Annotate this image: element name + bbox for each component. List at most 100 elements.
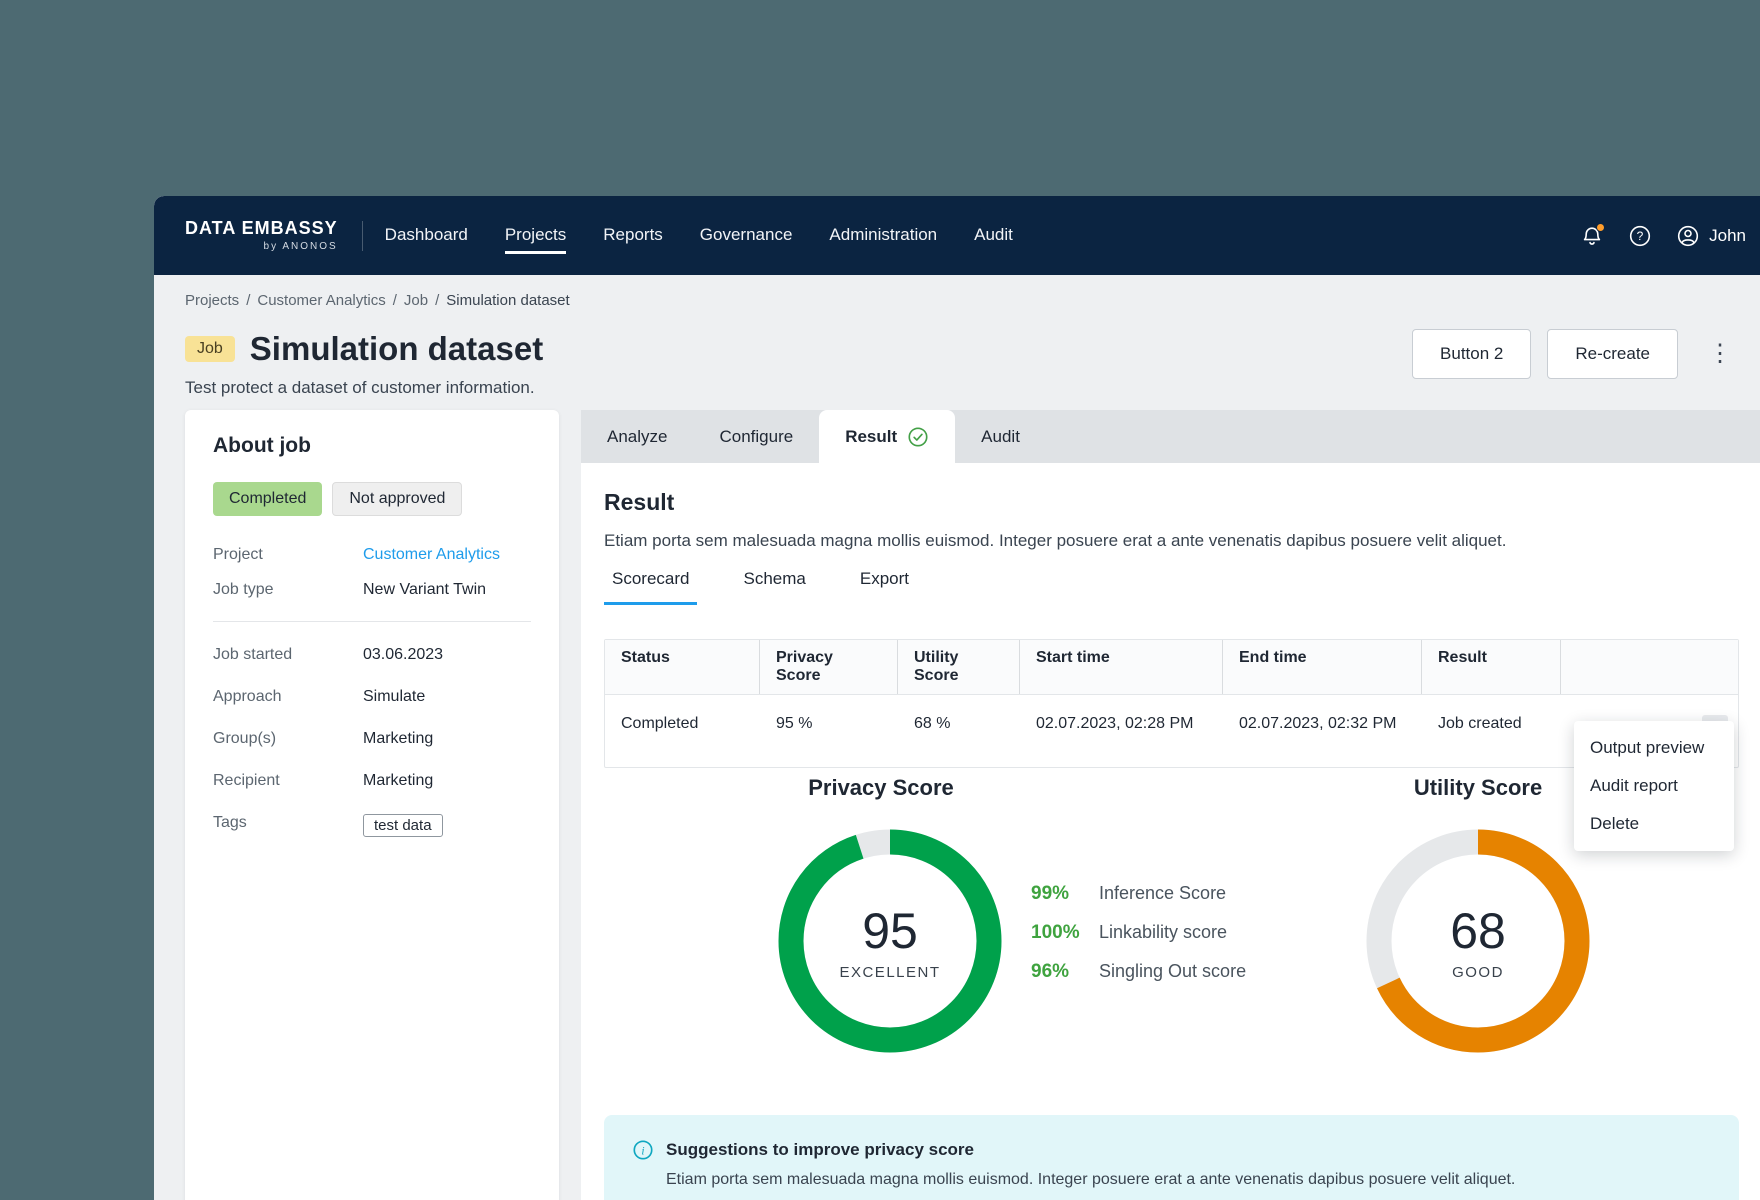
field-tags: Tags test data — [213, 814, 531, 837]
user-name: John — [1709, 225, 1746, 245]
field-value: New Variant Twin — [363, 581, 487, 598]
nav-item-administration[interactable]: Administration — [829, 217, 937, 254]
tab-label: Analyze — [607, 426, 668, 446]
field-label: Group(s) — [213, 730, 277, 747]
breadcrumb: Projects / Customer Analytics / Job / Simulati… — [185, 292, 570, 309]
job-type-badge: Job — [185, 336, 235, 362]
result-panel: Result Etiam porta sem malesuada magna m… — [581, 463, 1760, 1200]
button-2[interactable]: Button 2 — [1412, 329, 1532, 379]
legend-inference: 99% Inference Score — [1031, 883, 1246, 905]
nav-item-governance[interactable]: Governance — [700, 217, 793, 254]
privacy-score-value: 95 — [862, 902, 918, 959]
menu-item-output-preview[interactable]: Output preview — [1574, 729, 1734, 767]
field-approach: Approach Simulate — [213, 688, 531, 706]
legend-label: Inference Score — [1099, 883, 1227, 903]
recreate-button[interactable]: Re-create — [1547, 329, 1678, 379]
field-label: Project — [213, 546, 263, 563]
field-value: Simulate — [363, 688, 426, 705]
project-link[interactable]: Customer Analytics — [363, 546, 500, 564]
utility-score-donut: 68 GOOD — [1366, 829, 1590, 1053]
suggestions-box: i Suggestions to improve privacy score E… — [604, 1115, 1739, 1200]
user-menu[interactable]: John — [1675, 223, 1746, 249]
tab-analyze[interactable]: Analyze — [581, 410, 693, 463]
breadcrumb-projects[interactable]: Projects — [185, 292, 239, 309]
subtab-export[interactable]: Export — [852, 563, 917, 605]
col-start-time: Start time — [1020, 640, 1223, 694]
subtab-schema[interactable]: Schema — [735, 563, 813, 605]
status-badge-not-approved: Not approved — [332, 482, 463, 516]
user-avatar-icon — [1675, 223, 1701, 249]
legend-linkability: 100% Linkability score — [1031, 922, 1246, 944]
field-label: Approach — [213, 688, 282, 705]
main-navigation: Dashboard Projects Reports Governance Ad… — [385, 217, 1013, 254]
privacy-score-donut: 95 EXCELLENT — [778, 829, 1002, 1053]
field-value: 03.06.2023 — [363, 646, 444, 663]
result-heading: Result — [604, 489, 675, 515]
result-subtabs: Scorecard Schema Export — [604, 563, 917, 605]
help-icon[interactable]: ? — [1627, 223, 1653, 249]
svg-text:i: i — [641, 1145, 644, 1157]
tab-label: Audit — [981, 426, 1020, 446]
status-badge-completed: Completed — [213, 482, 323, 516]
menu-item-delete[interactable]: Delete — [1574, 805, 1734, 843]
logo-title: DATA EMBASSY — [185, 218, 338, 239]
about-job-title: About job — [213, 434, 311, 457]
suggestions-text: Etiam porta sem malesuada magna mollis e… — [666, 1171, 1516, 1188]
header-kebab-icon[interactable]: ⋮ — [1700, 338, 1740, 370]
about-job-card: About job Completed Not approved Project… — [185, 410, 559, 1200]
privacy-score-rating: EXCELLENT — [839, 963, 941, 981]
privacy-score-title: Privacy Score — [808, 775, 954, 800]
utility-score-value-wrap: 68 GOOD — [1366, 829, 1590, 1053]
suggestions-title: Suggestions to improve privacy score — [666, 1140, 974, 1159]
legend-singling-out: 96% Singling Out score — [1031, 961, 1246, 983]
col-end-time: End time — [1223, 640, 1422, 694]
nav-divider — [361, 220, 363, 251]
page-header: Job Simulation dataset — [185, 330, 543, 368]
notifications-bell-icon[interactable] — [1579, 222, 1606, 249]
scorecard-table: Status Privacy Score Utility Score Start… — [604, 639, 1739, 768]
subtab-scorecard[interactable]: Scorecard — [604, 563, 698, 605]
utility-score-rating: GOOD — [1452, 963, 1504, 981]
page-subtitle: Test protect a dataset of customer infor… — [185, 378, 535, 397]
breadcrumb-job[interactable]: Job — [404, 292, 428, 309]
cell-start-time: 02.07.2023, 02:28 PM — [1036, 715, 1194, 732]
nav-item-audit[interactable]: Audit — [974, 217, 1013, 254]
page-title: Simulation dataset — [249, 330, 544, 367]
tab-audit[interactable]: Audit — [955, 410, 1046, 463]
nav-item-projects[interactable]: Projects — [504, 217, 567, 254]
legend-value: 99% — [1031, 883, 1070, 904]
top-navbar: DATA EMBASSY by ANONOS Dashboard Project… — [154, 196, 1760, 275]
breadcrumb-separator: / — [392, 292, 397, 309]
field-label: Recipient — [213, 772, 280, 789]
field-job-started: Job started 03.06.2023 — [213, 646, 531, 664]
tab-label: Configure — [719, 426, 794, 446]
field-value: Marketing — [363, 772, 434, 789]
cell-utility-score: 68 % — [914, 715, 951, 732]
job-tabs: Analyze Configure Result Audit — [581, 410, 1760, 463]
tab-configure[interactable]: Configure — [693, 410, 819, 463]
nav-item-reports[interactable]: Reports — [603, 217, 663, 254]
cell-end-time: 02.07.2023, 02:32 PM — [1239, 715, 1397, 732]
field-project: Project Customer Analytics — [213, 546, 531, 564]
privacy-score-legend: 99% Inference Score 100% Linkability sco… — [1031, 883, 1246, 1000]
info-icon: i — [632, 1139, 654, 1161]
tab-result[interactable]: Result — [819, 410, 956, 463]
tab-label: Result — [845, 426, 898, 446]
privacy-score-value-wrap: 95 EXCELLENT — [778, 829, 1002, 1053]
breadcrumb-customer-analytics[interactable]: Customer Analytics — [257, 292, 385, 309]
menu-item-audit-report[interactable]: Audit report — [1574, 767, 1734, 805]
table-header: Status Privacy Score Utility Score Start… — [605, 640, 1738, 694]
col-result: Result — [1422, 640, 1561, 694]
field-label: Tags — [213, 814, 247, 831]
nav-item-dashboard[interactable]: Dashboard — [385, 217, 468, 254]
field-label: Job started — [213, 646, 293, 663]
col-utility-score: Utility Score — [898, 640, 1020, 694]
app-logo: DATA EMBASSY by ANONOS — [185, 218, 338, 252]
utility-score-value: 68 — [1450, 902, 1506, 959]
field-label: Job type — [213, 581, 274, 598]
app-window: DATA EMBASSY by ANONOS Dashboard Project… — [154, 196, 1760, 1200]
logo-subtitle: by ANONOS — [263, 240, 338, 252]
field-job-type: Job type New Variant Twin — [213, 581, 531, 599]
result-description: Etiam porta sem malesuada magna mollis e… — [604, 531, 1507, 550]
legend-value: 100% — [1031, 922, 1080, 943]
